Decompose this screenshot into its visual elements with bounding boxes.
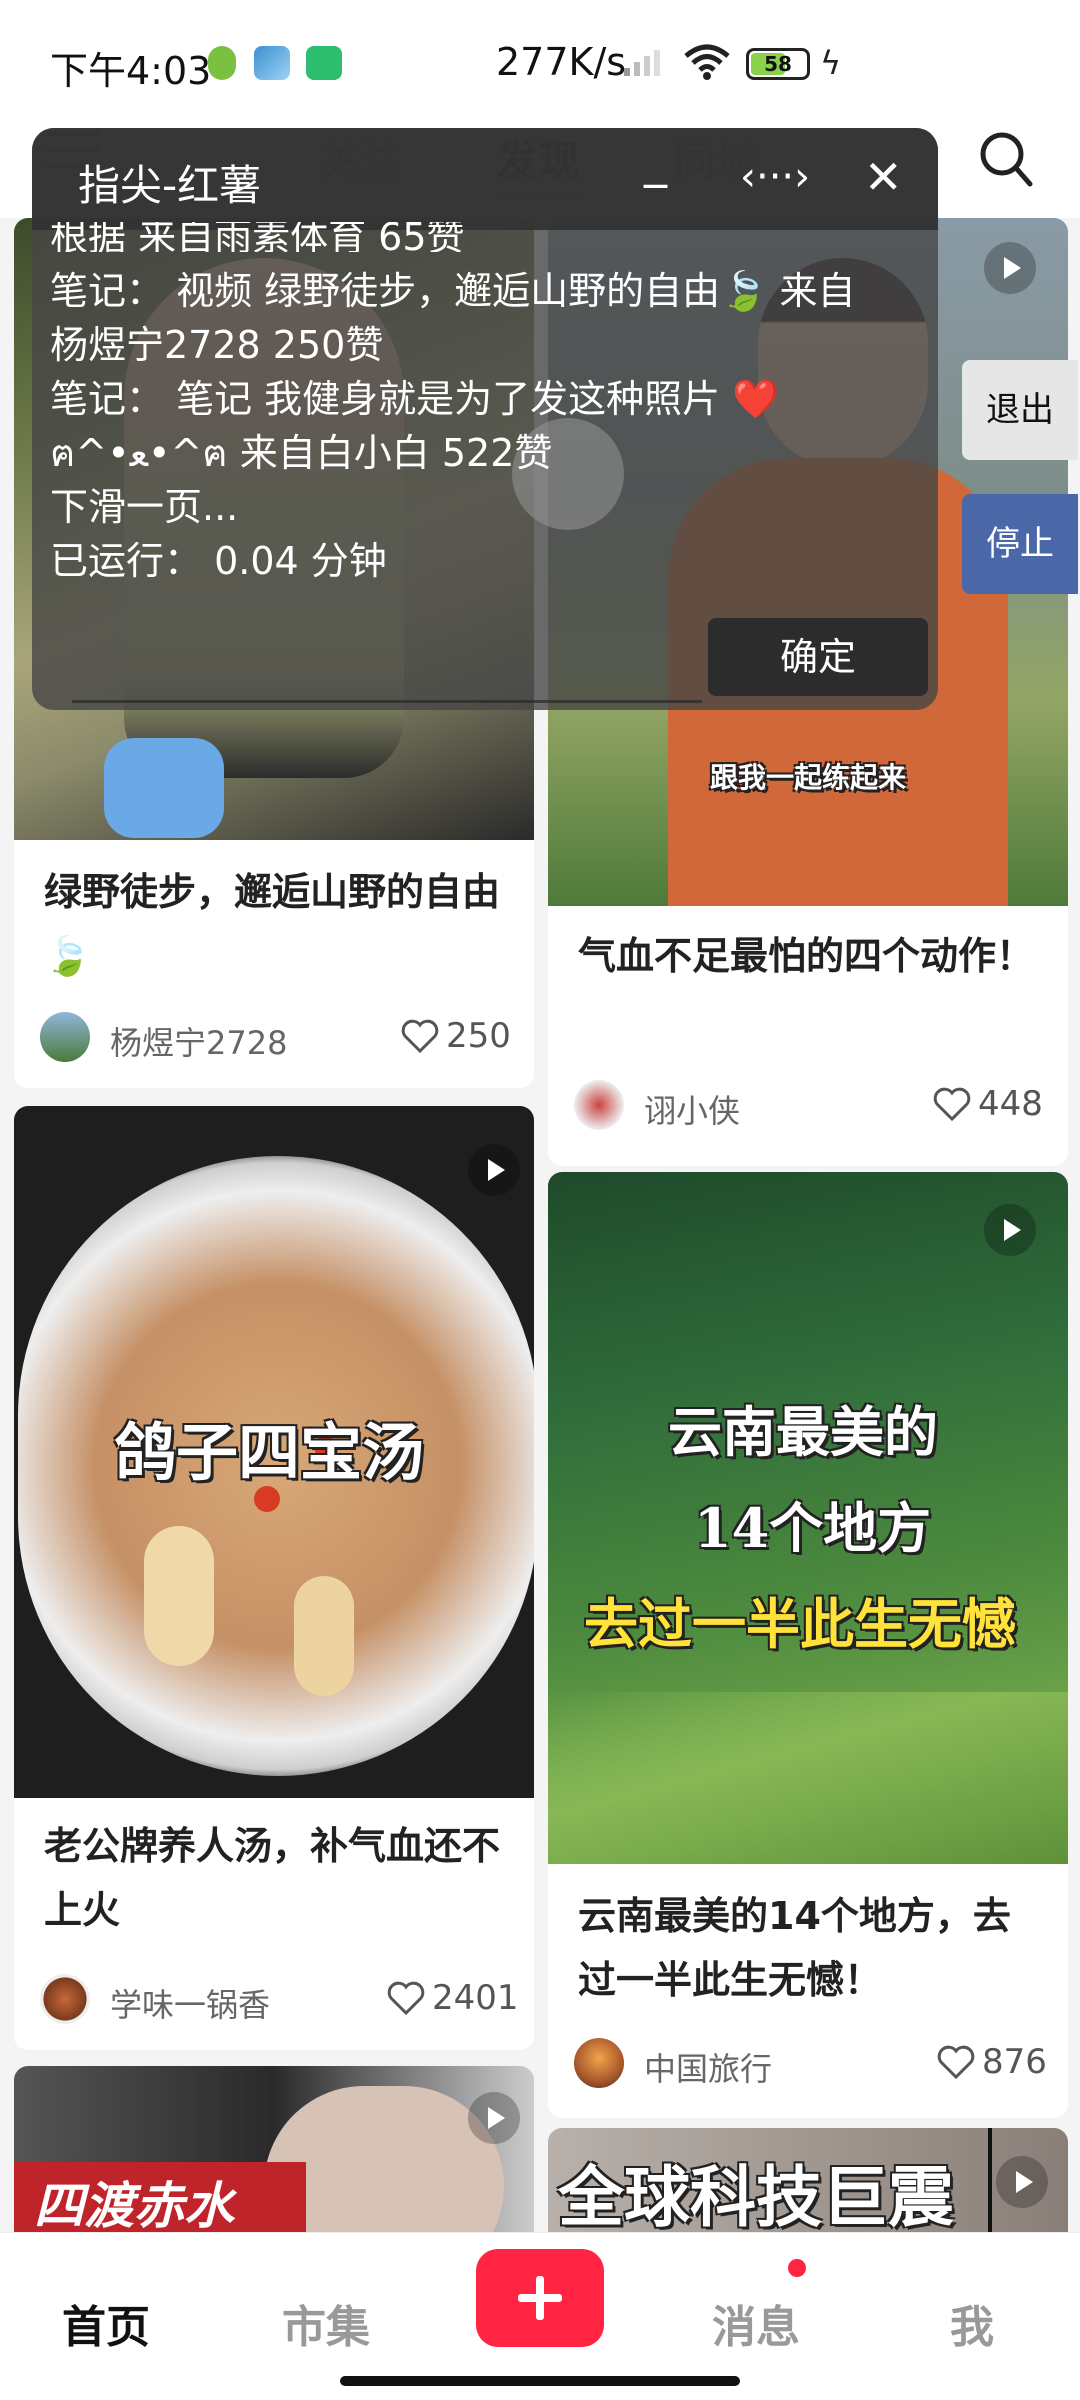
- like-count: 448: [978, 1084, 1043, 1124]
- log-line: 已运行： 0.04 分钟: [50, 539, 387, 583]
- heart-icon[interactable]: [932, 1086, 972, 1122]
- avatar: [40, 1974, 90, 2024]
- author-name: 诩小侠: [644, 1092, 741, 1130]
- thumbnail-caption-line3: 去过一半此生无憾: [584, 1592, 1016, 1656]
- nav-market[interactable]: 市集: [282, 2291, 370, 2355]
- nav-home[interactable]: 首页: [62, 2291, 150, 2355]
- app-notification-icon: [208, 46, 236, 80]
- unread-badge: [788, 2259, 806, 2277]
- card-thumbnail: 云南最美的 14个地方 去过一半此生无憾: [548, 1172, 1068, 1864]
- app-store-icon: [306, 46, 342, 80]
- panel-title: 指尖-红薯: [78, 161, 262, 210]
- avatar: [40, 1012, 90, 1062]
- battery-icon: 58: [746, 48, 810, 80]
- status-time: 下午4:03: [50, 49, 212, 93]
- thumbnail-caption: 鸽子四宝汤: [114, 1416, 425, 1489]
- card-title: 绿野徒步，邂逅山野的自由🍃: [44, 870, 501, 978]
- net-speed: 277K/s: [496, 40, 627, 84]
- log-line: 笔记： 笔记 我健身就是为了发这种照片 ❤️: [50, 377, 780, 421]
- heart-icon[interactable]: [400, 1018, 440, 1054]
- status-bar: 下午4:03 277K/s 58 ϟ: [0, 0, 1080, 120]
- author-name: 学味一锅香: [110, 1986, 271, 2024]
- thumbnail-caption: 全球科技巨震: [558, 2158, 954, 2236]
- log-line: 杨煜宁2728 250赞: [50, 323, 384, 367]
- add-post-button[interactable]: [476, 2249, 604, 2347]
- feed-card[interactable]: 云南最美的 14个地方 去过一半此生无憾 云南最美的14个地方，去过一半此生无憾…: [548, 1172, 1068, 2118]
- thumbnail-caption-line2: 14个地方: [694, 1496, 932, 1560]
- log-line: ฅ^•ﻌ•^ฅ 来自白小白 522赞: [50, 431, 553, 475]
- exit-button[interactable]: 退出: [962, 360, 1078, 460]
- automation-panel: 指尖-红薯 _ ‹···› ✕ 根据 来自雨素体育 65赞 笔记： 视频 绿野徒…: [32, 128, 938, 710]
- log-line: 下滑一页...: [50, 485, 239, 529]
- card-title: 云南最美的14个地方，去过一半此生无憾！: [578, 1894, 1011, 2002]
- card-title: 气血不足最怕的四个动作！: [578, 934, 1035, 978]
- thumbnail-caption: 四渡赤水: [34, 2177, 234, 2235]
- video-play-icon: [984, 242, 1036, 294]
- close-button[interactable]: ✕: [864, 150, 903, 204]
- video-play-icon: [984, 1204, 1036, 1256]
- bottom-nav: 首页 市集 消息 我: [0, 2232, 1080, 2400]
- video-play-icon: [468, 1144, 520, 1196]
- like-count: 2401: [432, 1978, 519, 2018]
- avatar: [574, 2038, 624, 2088]
- expand-button[interactable]: ‹···›: [740, 154, 810, 200]
- weather-icon: [254, 46, 290, 80]
- confirm-button[interactable]: 确定: [708, 618, 928, 696]
- author-name: 中国旅行: [644, 2050, 773, 2088]
- heart-icon[interactable]: [386, 1980, 426, 2016]
- nav-messages[interactable]: 消息: [712, 2291, 800, 2355]
- stop-button[interactable]: 停止: [962, 494, 1078, 594]
- video-play-icon: [468, 2092, 520, 2144]
- feed-card[interactable]: 鸽子四宝汤 老公牌养人汤，补气血还不上火 学味一锅香 2401: [14, 1106, 534, 2050]
- charging-icon: ϟ: [820, 44, 842, 82]
- nav-me[interactable]: 我: [950, 2291, 994, 2355]
- panel-header[interactable]: 指尖-红薯 _ ‹···› ✕: [32, 128, 938, 230]
- video-play-icon: [996, 2156, 1048, 2208]
- signal-icon: [624, 50, 660, 76]
- thumbnail-caption: 跟我一起练起来: [710, 761, 907, 794]
- search-icon[interactable]: [978, 130, 1034, 190]
- minimize-button[interactable]: _: [644, 134, 667, 188]
- battery-level: 58: [764, 52, 792, 76]
- thumbnail-caption-line1: 云南最美的: [668, 1400, 938, 1464]
- like-count: 250: [446, 1016, 511, 1056]
- panel-scrollbar[interactable]: [72, 700, 702, 703]
- author-name: 杨煜宁2728: [110, 1024, 288, 1062]
- card-thumbnail: 鸽子四宝汤: [14, 1106, 534, 1798]
- heart-icon[interactable]: [936, 2044, 976, 2080]
- screen: 下午4:03 277K/s 58 ϟ 关注 发现 同城: [0, 0, 1080, 2400]
- wifi-icon: [684, 44, 730, 80]
- log-line: 笔记： 视频 绿野徒步，邂逅山野的自由🍃 来自: [50, 269, 856, 313]
- avatar: [574, 1080, 624, 1130]
- card-title: 老公牌养人汤，补气血还不上火: [44, 1824, 501, 1932]
- home-indicator[interactable]: [340, 2376, 740, 2386]
- like-count: 876: [982, 2042, 1047, 2082]
- log-line: 根据 来自雨素体育 65赞: [50, 222, 465, 252]
